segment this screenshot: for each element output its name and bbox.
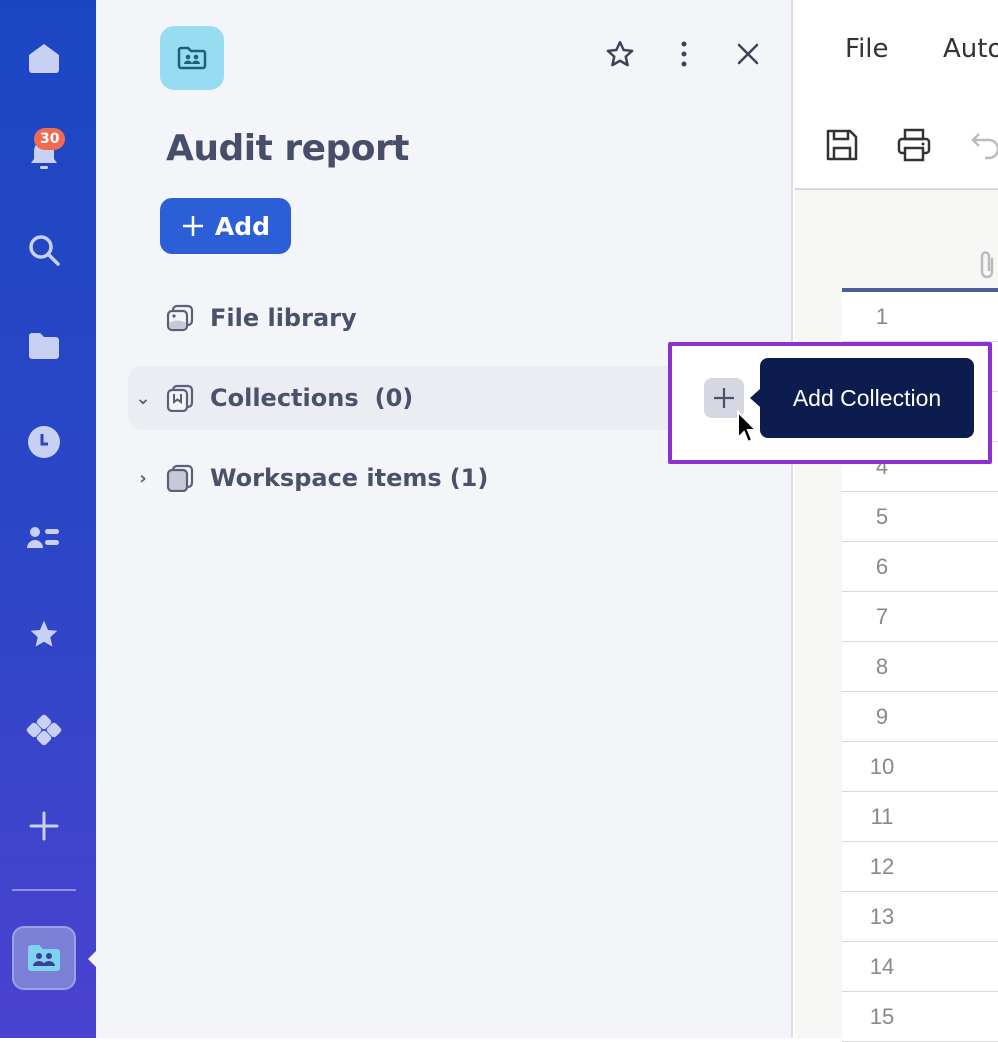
- home-icon[interactable]: [26, 40, 62, 76]
- close-icon[interactable]: [732, 38, 764, 70]
- workspace-folder-icon: [28, 945, 60, 971]
- folder-icon[interactable]: [26, 328, 62, 364]
- clock-icon[interactable]: [26, 424, 62, 460]
- collections-icon: [158, 384, 202, 412]
- workspace-items-icon: [158, 464, 202, 492]
- workspace-app-icon: [160, 26, 224, 90]
- row-number[interactable]: 8: [842, 642, 998, 692]
- tree-item-workspace-items[interactable]: › Workspace items (1): [128, 446, 758, 510]
- row-number[interactable]: 5: [842, 492, 998, 542]
- star-icon[interactable]: [26, 616, 62, 652]
- save-icon[interactable]: [825, 128, 859, 166]
- more-options-icon[interactable]: [668, 38, 700, 70]
- tree-item-label: File library: [210, 304, 357, 332]
- row-number[interactable]: 15: [842, 992, 998, 1042]
- editor-area: File Auto 123456789101112131415: [795, 0, 998, 1042]
- chevron-down-icon[interactable]: ⌄: [128, 388, 158, 409]
- apps-icon[interactable]: [26, 712, 62, 748]
- add-button[interactable]: Add: [160, 198, 291, 254]
- tree-item-count: (0): [374, 384, 414, 412]
- menu-auto[interactable]: Auto: [943, 34, 998, 64]
- row-number[interactable]: 11: [842, 792, 998, 842]
- tree-item-collections[interactable]: ⌄ Collections (0): [128, 366, 758, 430]
- add-icon[interactable]: [26, 808, 62, 844]
- tree-item-label: Collections: [210, 384, 359, 412]
- file-library-icon: [158, 304, 202, 332]
- print-icon[interactable]: [897, 128, 931, 166]
- chevron-right-icon[interactable]: ›: [128, 468, 158, 489]
- notification-badge: 30: [34, 128, 66, 150]
- row-number[interactable]: 14: [842, 942, 998, 992]
- row-number[interactable]: 1: [842, 292, 998, 342]
- page-title: Audit report: [166, 128, 409, 169]
- row-number[interactable]: 9: [842, 692, 998, 742]
- workspace-rail-button[interactable]: [12, 926, 76, 990]
- row-number[interactable]: 13: [842, 892, 998, 942]
- nav-rail: 30: [0, 0, 96, 1038]
- plus-icon: [182, 216, 203, 236]
- mouse-cursor-icon: [736, 409, 759, 448]
- add-button-label: Add: [214, 211, 271, 241]
- row-number[interactable]: 12: [842, 842, 998, 892]
- tooltip: Add Collection: [760, 358, 974, 438]
- row-number[interactable]: 7: [842, 592, 998, 642]
- favorite-star-icon[interactable]: [604, 38, 636, 70]
- menu-file[interactable]: File: [845, 34, 889, 64]
- contacts-icon[interactable]: [26, 520, 62, 556]
- tree-item-count: (1): [449, 464, 489, 492]
- search-icon[interactable]: [26, 232, 62, 268]
- undo-icon[interactable]: [971, 128, 998, 166]
- tree-item-file-library[interactable]: File library: [128, 286, 758, 350]
- rail-divider: [12, 889, 76, 891]
- plus-icon: [714, 388, 734, 408]
- row-number[interactable]: 10: [842, 742, 998, 792]
- side-panel: Audit report Add File library ⌄ Collecti…: [96, 0, 793, 1038]
- tooltip-arrow: [750, 389, 760, 407]
- row-number[interactable]: 6: [842, 542, 998, 592]
- tree-item-label: Workspace items: [210, 464, 442, 492]
- paperclip-icon: [978, 250, 998, 284]
